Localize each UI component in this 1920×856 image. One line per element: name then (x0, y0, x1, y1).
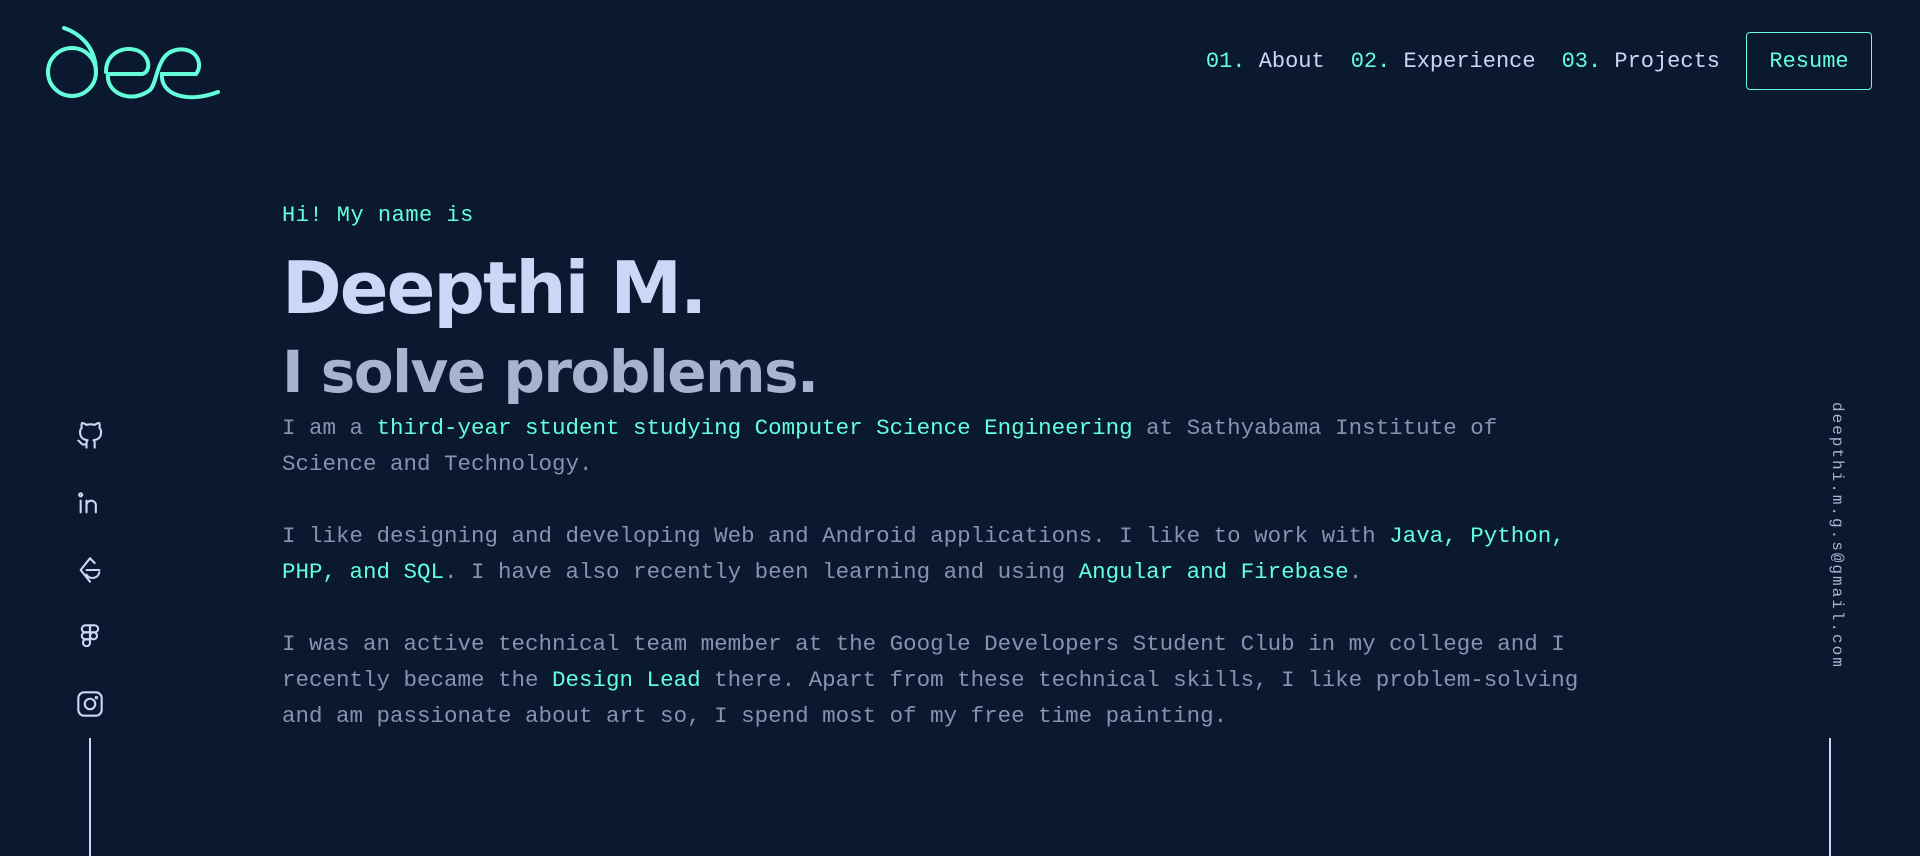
nav-label: About (1258, 48, 1325, 74)
nav-item-projects[interactable]: 03. Projects (1562, 49, 1720, 74)
linkedin-icon[interactable] (74, 487, 106, 519)
figma-icon[interactable] (74, 621, 106, 653)
nav-number: 03. (1561, 48, 1602, 74)
bio-text: I am a (282, 415, 377, 441)
left-divider-line (89, 738, 91, 856)
social-links (70, 420, 110, 755)
right-divider-line (1829, 738, 1831, 856)
nav-label: Projects (1614, 48, 1720, 74)
bio-paragraph: I like designing and developing Web and … (282, 518, 1602, 590)
bio-highlight: Angular and Firebase (1078, 559, 1349, 585)
nav-number: 01. (1205, 48, 1246, 74)
resume-button[interactable]: Resume (1746, 32, 1872, 90)
greeting: Hi! My name is (282, 203, 474, 228)
bio-text: I like designing and developing Web and … (282, 523, 1390, 549)
page-title: Deepthi M. (282, 246, 707, 330)
main-nav: 01. About 02. Experience 03. Projects Re… (1180, 32, 1872, 90)
email-link[interactable]: deepthi.m.g.s@gmail.com (1814, 402, 1846, 702)
codechef-icon[interactable] (74, 554, 106, 586)
bio-text: . (1348, 559, 1363, 585)
bio-paragraph: I was an active technical team member at… (282, 626, 1602, 734)
hero-section: Hi! My name is Deepthi M. I solve proble… (282, 200, 1602, 770)
instagram-icon[interactable] (74, 688, 106, 720)
bio: I am a third-year student studying Compu… (282, 410, 1602, 734)
nav-label: Experience (1403, 48, 1536, 74)
bio-highlight: Design Lead (552, 667, 701, 693)
bio-paragraph: I am a third-year student studying Compu… (282, 410, 1602, 482)
nav-item-experience[interactable]: 02. Experience (1351, 49, 1536, 74)
nav-item-about[interactable]: 01. About (1206, 49, 1325, 74)
bio-highlight: third-year student studying Computer Sci… (376, 415, 1133, 441)
bio-text: . I have also recently been learning and… (444, 559, 1079, 585)
logo[interactable] (46, 24, 226, 104)
tagline: I solve problems. (282, 338, 819, 406)
github-icon[interactable] (74, 420, 106, 452)
nav-number: 02. (1350, 48, 1391, 74)
